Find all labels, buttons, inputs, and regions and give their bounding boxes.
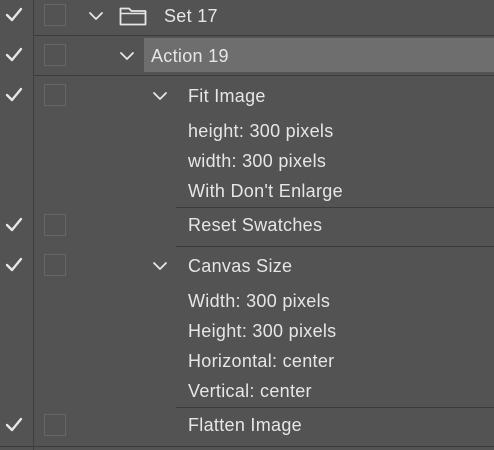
step-fit-image-chevron-down-icon[interactable] [151, 87, 169, 105]
action-chevron-down-icon[interactable] [118, 47, 136, 65]
step-param: Horizontal: center [188, 351, 335, 371]
step-reset-swatches-dialog-toggle[interactable] [44, 214, 66, 236]
step-fit-image-dialog-toggle[interactable] [44, 84, 66, 106]
set-label[interactable]: Set 17 [164, 5, 218, 27]
step-label[interactable]: Flatten Image [188, 414, 302, 436]
step-canvas-size-checkmark-icon[interactable] [5, 256, 23, 274]
column-separator [33, 0, 34, 450]
step-label[interactable]: Reset Swatches [188, 214, 322, 236]
set-chevron-down-icon[interactable] [87, 7, 105, 25]
actions-panel: Set 17 Action 19 Fit Image height: 300 p… [0, 0, 494, 450]
step-fit-image-checkmark-icon[interactable] [5, 86, 23, 104]
step-param: Width: 300 pixels [188, 291, 331, 311]
step-reset-swatches-checkmark-icon[interactable] [5, 216, 23, 234]
row-divider [33, 35, 494, 36]
step-canvas-size-chevron-down-icon[interactable] [151, 257, 169, 275]
row-divider [176, 407, 494, 408]
set-dialog-toggle[interactable] [44, 4, 66, 26]
action-enable-checkmark-icon[interactable] [5, 46, 23, 64]
set-enable-checkmark-icon[interactable] [5, 6, 23, 24]
step-flatten-image-dialog-toggle[interactable] [44, 414, 66, 436]
row-divider [0, 446, 494, 447]
action-label[interactable]: Action 19 [151, 45, 229, 67]
row-divider [176, 246, 494, 247]
step-label[interactable]: Canvas Size [188, 255, 292, 277]
step-param: With Don't Enlarge [188, 181, 343, 201]
step-param: Height: 300 pixels [188, 321, 337, 341]
step-param: width: 300 pixels [188, 151, 327, 171]
row-divider [176, 207, 494, 208]
step-flatten-image-checkmark-icon[interactable] [5, 416, 23, 434]
folder-icon [119, 6, 147, 26]
row-divider [33, 75, 494, 76]
step-param: Vertical: center [188, 381, 312, 401]
step-param: height: 300 pixels [188, 121, 334, 141]
step-canvas-size-dialog-toggle[interactable] [44, 254, 66, 276]
step-label[interactable]: Fit Image [188, 85, 266, 107]
action-dialog-toggle[interactable] [44, 44, 66, 66]
